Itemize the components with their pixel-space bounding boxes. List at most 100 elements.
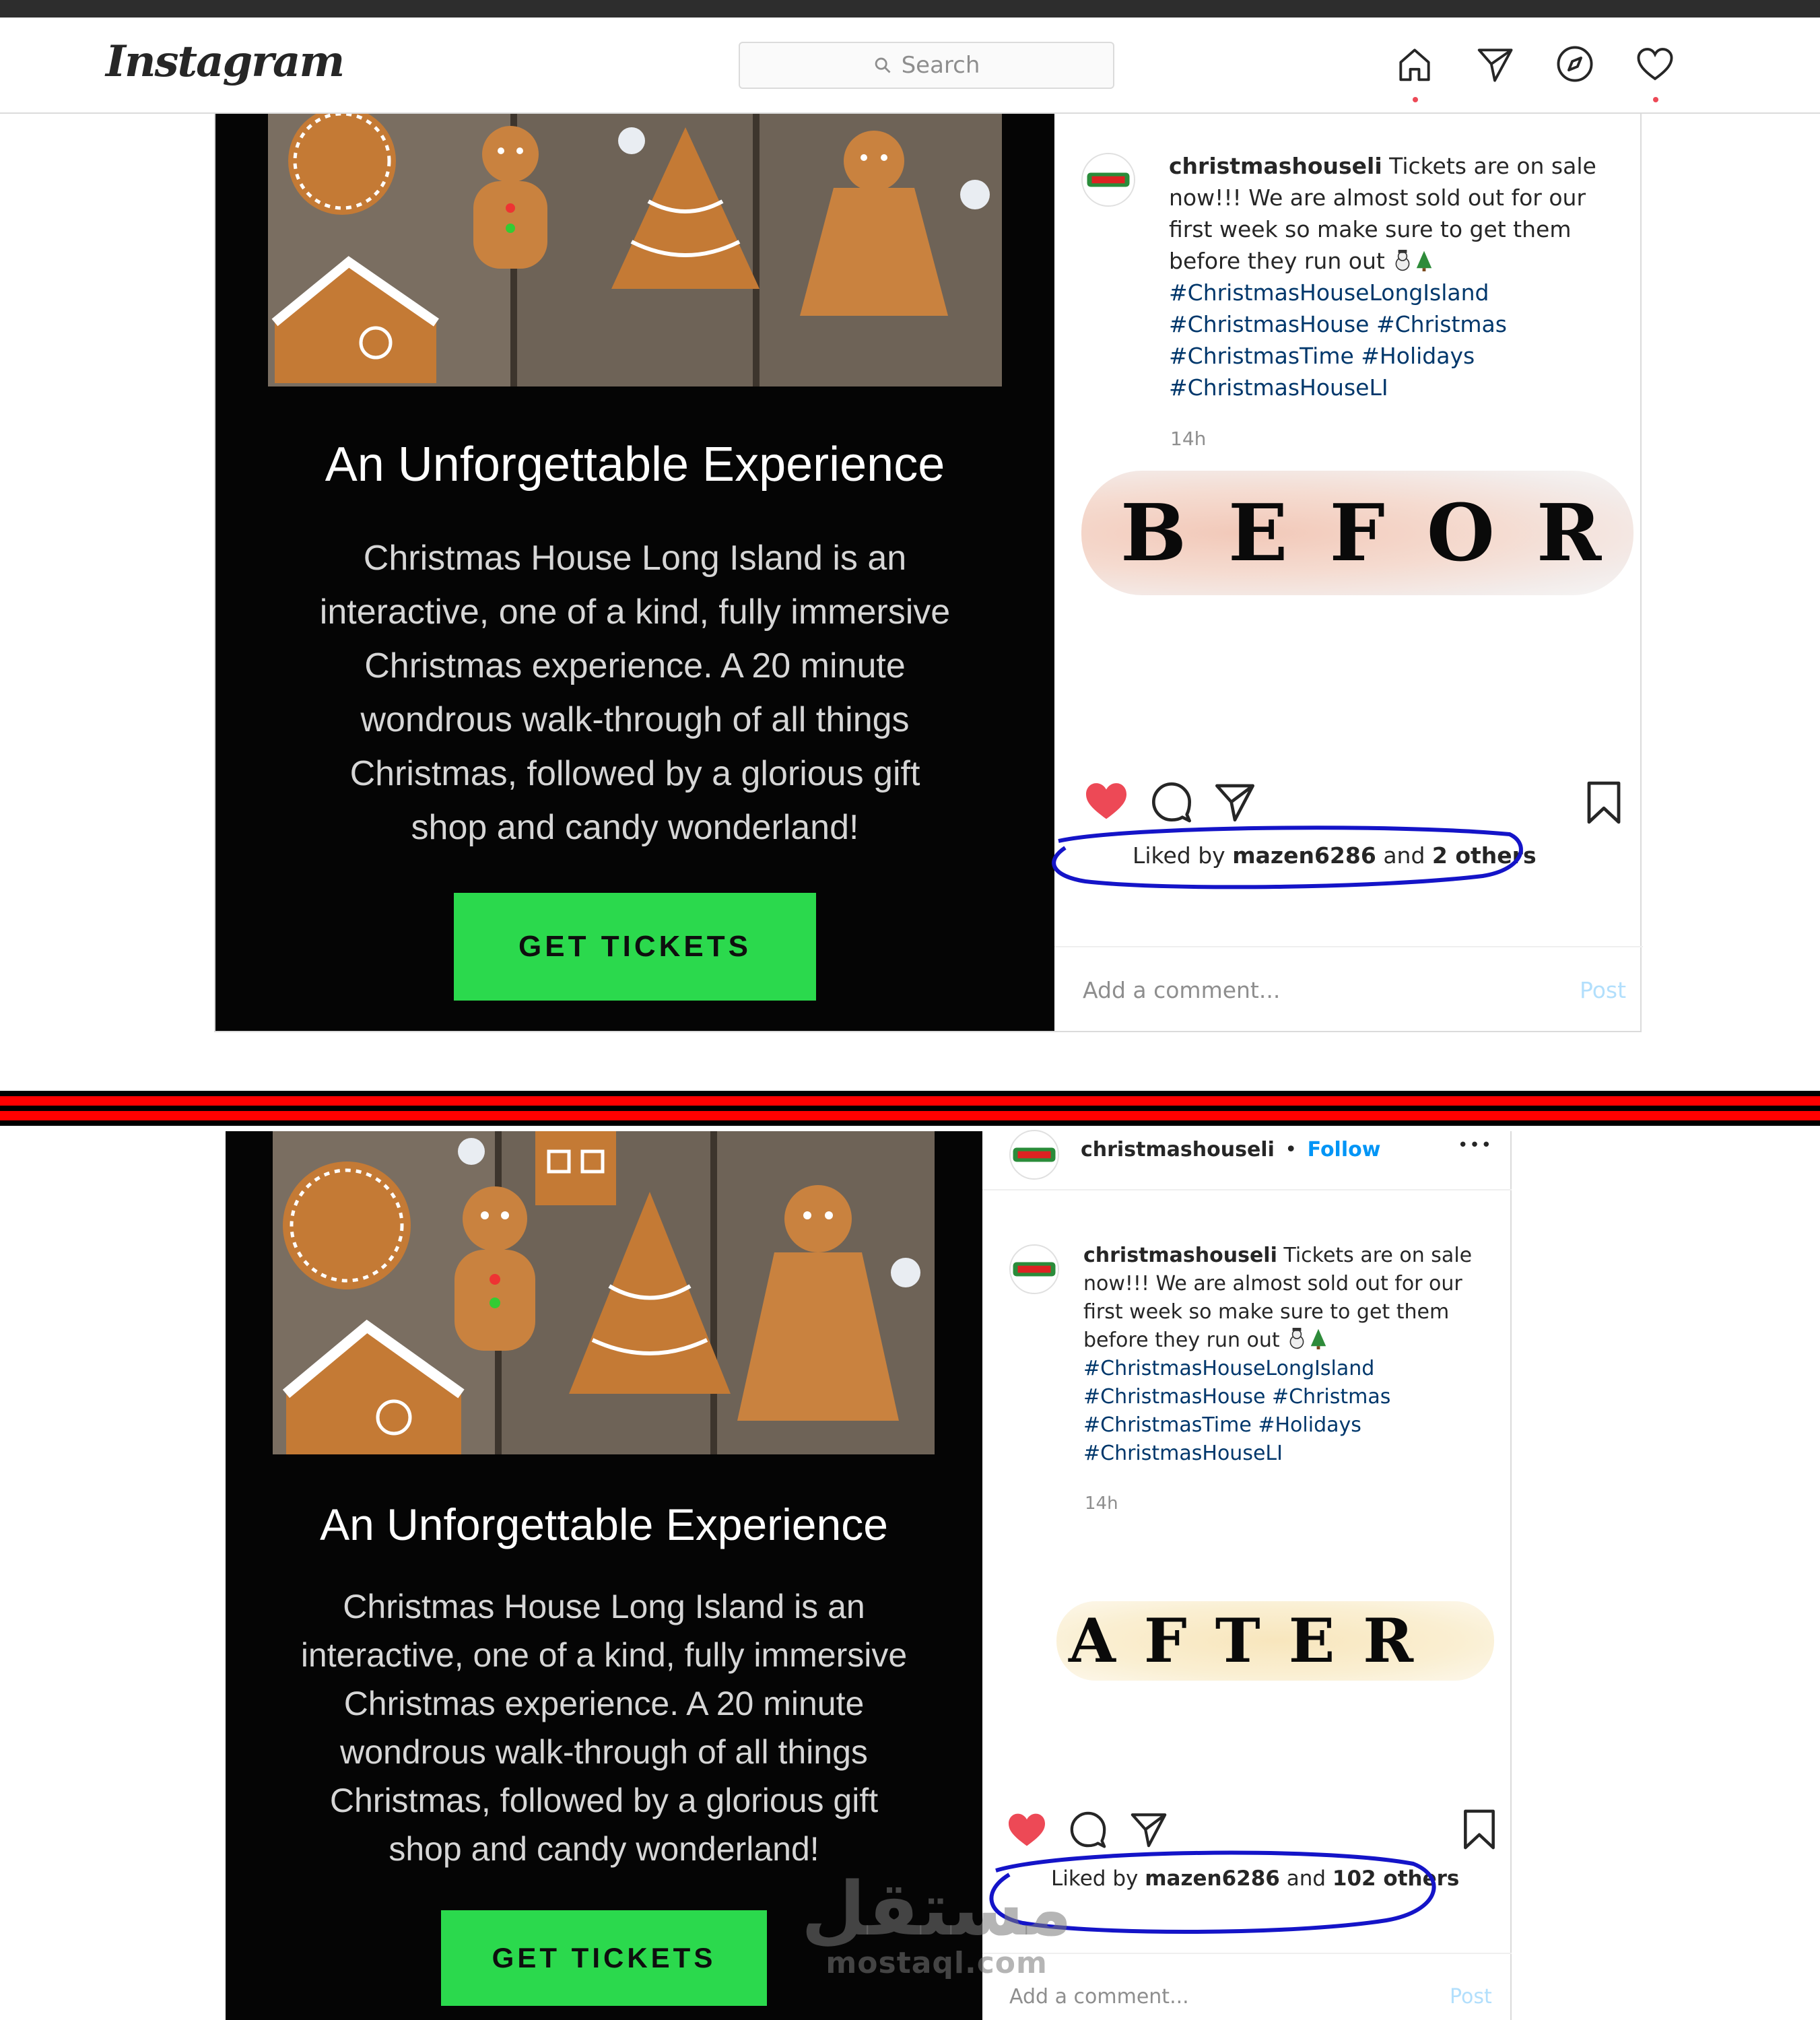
caption-username[interactable]: christmashouseli: [1083, 1244, 1277, 1267]
activity-heart-icon[interactable]: [1634, 43, 1676, 102]
hashtag-link[interactable]: #ChristmasHouseLI: [1169, 372, 1613, 403]
caption: christmashouseli Tickets are on sale now…: [1083, 1242, 1487, 1468]
hashtag-link[interactable]: #ChristmasHouseLongIsland: [1083, 1355, 1487, 1383]
caption-text: Tickets are on sale: [1283, 1244, 1473, 1267]
post-before: An Unforgettable Experience Christmas Ho…: [214, 114, 1643, 1032]
media-title: An Unforgettable Experience: [325, 438, 945, 492]
divider-black-bottom: [0, 1120, 1820, 1126]
media-title: An Unforgettable Experience: [320, 1500, 888, 1549]
gingerbread-photo: [273, 1131, 935, 1454]
likes-mid: and: [1286, 1866, 1326, 1891]
media-body: Christmas House Long Island is an intera…: [215, 531, 1054, 854]
hashtag-link[interactable]: #ChristmasTime #Holidays: [1083, 1411, 1487, 1440]
comment-row: Add a comment... Post: [1054, 946, 1643, 1032]
hashtag-link[interactable]: #ChristmasHouse #Christmas: [1169, 308, 1613, 340]
notification-dot: [1653, 97, 1658, 102]
avatar[interactable]: [1009, 1244, 1059, 1294]
separator-dot: •: [1285, 1138, 1297, 1162]
media-body-line: Christmas experience. A 20 minute: [364, 646, 906, 685]
direct-icon[interactable]: [1474, 43, 1516, 85]
post-comment-button[interactable]: Post: [1450, 1985, 1492, 2009]
search-placeholder: Search: [901, 52, 980, 79]
before-stamp: BEFOR: [1081, 471, 1633, 595]
divider-black-mid: [0, 1106, 1820, 1111]
comment-input[interactable]: Add a comment...: [1083, 977, 1280, 1003]
snowman-emoji-icon: [1395, 250, 1410, 271]
instagram-header: Instagram Search: [0, 18, 1820, 114]
caption-text: Tickets are on sale: [1389, 153, 1596, 179]
caption-text: before they run out: [1169, 248, 1385, 274]
likes-user[interactable]: mazen6286: [1232, 842, 1376, 869]
avatar[interactable]: [1081, 153, 1135, 207]
get-tickets-button[interactable]: GET TICKETS: [454, 893, 816, 1001]
get-tickets-button[interactable]: GET TICKETS: [441, 1910, 767, 2006]
like-heart-icon[interactable]: [1084, 780, 1128, 821]
comment-input[interactable]: Add a comment...: [1009, 1985, 1189, 2009]
hashtag-link[interactable]: #ChristmasTime #Holidays: [1169, 340, 1613, 372]
media-body-line: Christmas House Long Island is an: [363, 539, 907, 578]
post-header-user: christmashouseli • Follow: [1081, 1138, 1380, 1162]
caption-text: now!!! We are almost sold out for our: [1169, 184, 1586, 211]
gingerbread-photo: [268, 114, 1002, 386]
caption-username[interactable]: christmashouseli: [1169, 153, 1382, 179]
avatar[interactable]: [1009, 1130, 1059, 1180]
media-body-line: Christmas, followed by a glorious gift: [349, 754, 920, 793]
media-body-line: wondrous walk-through of all things: [360, 700, 910, 739]
like-heart-icon[interactable]: [1007, 1811, 1047, 1848]
header-username[interactable]: christmashouseli: [1081, 1138, 1275, 1162]
home-icon[interactable]: [1394, 43, 1436, 102]
likes-summary[interactable]: Liked by mazen6286 and 2 others: [1133, 842, 1537, 869]
divider-black-top: [0, 1091, 1820, 1096]
likes-mid: and: [1383, 842, 1425, 869]
nav-icons: [1394, 43, 1676, 102]
divider: [0, 1091, 1820, 1131]
caption: christmashouseli Tickets are on sale now…: [1169, 150, 1613, 403]
mostaql-watermark: مستقل mostaql.com: [801, 1872, 1072, 1980]
likes-summary[interactable]: Liked by mazen6286 and 102 others: [1051, 1866, 1459, 1891]
comment-icon[interactable]: [1150, 780, 1193, 823]
media-body-line: shop and candy wonderland!: [411, 808, 859, 847]
post-side-panel: christmashouseli Tickets are on sale now…: [1052, 114, 1643, 1032]
tree-emoji-icon: [1310, 1328, 1326, 1349]
hashtag-link[interactable]: #ChristmasHouseLI: [1083, 1440, 1487, 1468]
media-body-line: interactive, one of a kind, fully immers…: [300, 1636, 908, 1674]
media-body-line: Christmas experience. A 20 minute: [343, 1685, 865, 1722]
instagram-logo[interactable]: Instagram: [106, 36, 345, 87]
bookmark-icon[interactable]: [1585, 780, 1623, 825]
watermark-arabic: مستقل: [801, 1866, 1073, 1952]
likes-prefix: Liked by: [1133, 842, 1225, 869]
search-input[interactable]: Search: [739, 42, 1114, 89]
explore-icon[interactable]: [1554, 43, 1596, 85]
hashtag-link[interactable]: #ChristmasHouse #Christmas: [1083, 1383, 1487, 1411]
post-time[interactable]: 14h: [1170, 428, 1206, 450]
hashtag-link[interactable]: #ChristmasHouseLongIsland: [1169, 277, 1613, 308]
caption-text: before they run out: [1083, 1328, 1280, 1352]
header-separator: [982, 1189, 1512, 1190]
likes-count[interactable]: 102 others: [1333, 1866, 1459, 1891]
post-time[interactable]: 14h: [1085, 1493, 1118, 1514]
post-comment-button[interactable]: Post: [1580, 977, 1626, 1003]
after-stamp: AFTER: [1056, 1601, 1494, 1681]
watermark-latin: mostaql.com: [825, 1946, 1048, 1980]
caption-text: now!!! We are almost sold out for our: [1083, 1272, 1462, 1295]
tree-emoji-icon: [1417, 250, 1432, 271]
likes-count[interactable]: 2 others: [1432, 842, 1537, 869]
share-icon[interactable]: [1213, 780, 1256, 823]
snowman-emoji-icon: [1289, 1328, 1304, 1349]
notification-dot: [1413, 97, 1418, 102]
more-options-icon[interactable]: •••: [1458, 1135, 1493, 1155]
media-body-line: Christmas, followed by a glorious gift: [329, 1782, 879, 1819]
share-icon[interactable]: [1129, 1810, 1168, 1849]
follow-button[interactable]: Follow: [1308, 1138, 1381, 1162]
browser-strip: [0, 0, 1820, 18]
caption-text: first week so make sure to get them: [1083, 1300, 1450, 1324]
caption-text: first week so make sure to get them: [1169, 216, 1572, 242]
bookmark-icon[interactable]: [1462, 1809, 1497, 1850]
media-body-line: interactive, one of a kind, fully immers…: [319, 593, 951, 632]
media-body-line: Christmas House Long Island is an: [343, 1588, 865, 1625]
divider-red-1: [0, 1096, 1820, 1106]
comment-icon[interactable]: [1069, 1810, 1108, 1849]
media-body-line: wondrous walk-through of all things: [340, 1733, 868, 1771]
media-body: Christmas House Long Island is an intera…: [226, 1582, 982, 1873]
likes-user[interactable]: mazen6286: [1145, 1866, 1280, 1891]
